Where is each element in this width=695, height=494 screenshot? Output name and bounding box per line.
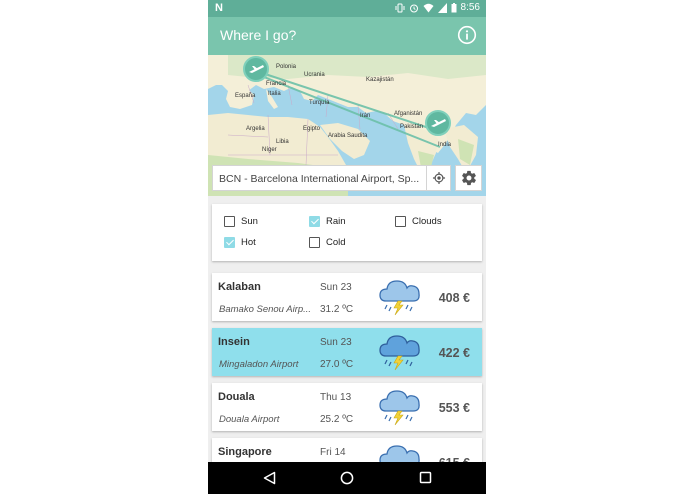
origin-airport-input[interactable]: BCN - Barcelona International Airport, S… bbox=[212, 165, 429, 191]
map-label: Libia bbox=[276, 139, 289, 145]
filter-rain[interactable]: Rain bbox=[309, 216, 346, 227]
map-label: Níger bbox=[262, 147, 277, 153]
map-label: Afganistán bbox=[394, 111, 423, 117]
destination-city: Kalaban bbox=[218, 281, 261, 293]
filter-label: Clouds bbox=[412, 216, 442, 227]
filter-label: Rain bbox=[326, 216, 346, 227]
map-label: Ucrania bbox=[304, 72, 325, 78]
recent-apps-icon[interactable] bbox=[419, 471, 432, 484]
my-location-icon bbox=[432, 171, 445, 185]
wifi-icon bbox=[423, 3, 434, 12]
locate-button[interactable] bbox=[426, 165, 451, 191]
info-icon[interactable] bbox=[457, 25, 477, 45]
destination-row[interactable]: Douala Douala Airport Thu 13 25.2 ºC 553… bbox=[212, 383, 482, 431]
map-label: Polonia bbox=[276, 64, 297, 70]
destination-city: Douala bbox=[218, 391, 255, 403]
vibrate-icon bbox=[395, 3, 405, 12]
storm-cloud-icon bbox=[379, 390, 420, 426]
destination-row[interactable]: Kalaban Bamako Senou Airp... Sun 23 31.2… bbox=[212, 273, 482, 321]
hot-checkbox[interactable] bbox=[224, 237, 235, 248]
forecast-date: Sun 23 bbox=[320, 337, 352, 348]
filter-sun[interactable]: Sun bbox=[224, 216, 258, 227]
forecast-temperature: 31.2 ºC bbox=[320, 304, 354, 315]
filter-clouds[interactable]: Clouds bbox=[395, 216, 442, 227]
origin-plane-marker-icon[interactable] bbox=[242, 55, 270, 83]
gear-icon bbox=[461, 170, 476, 186]
filter-label: Cold bbox=[326, 237, 346, 248]
destination-airport: Mingaladon Airport bbox=[219, 359, 299, 370]
map-label: Turquía bbox=[309, 100, 330, 106]
battery-icon bbox=[451, 2, 457, 12]
forecast-temperature: 25.2 ºC bbox=[320, 414, 354, 425]
weather-filters-card: Sun Rain Clouds Hot Cold bbox=[212, 204, 482, 261]
filter-label: Hot bbox=[241, 237, 256, 248]
map-label: España bbox=[235, 93, 256, 99]
app-title: Where I go? bbox=[220, 27, 297, 43]
destination-city: Singapore bbox=[218, 446, 272, 458]
settings-button[interactable] bbox=[455, 165, 482, 191]
back-icon[interactable] bbox=[263, 471, 276, 485]
destination-city: Insein bbox=[218, 336, 250, 348]
flight-price: 422 € bbox=[438, 346, 470, 360]
phone-screen: N 8:56 Where I go? Polonia Ucrania Kazaj… bbox=[208, 0, 486, 494]
notification-logo: N bbox=[215, 2, 223, 14]
sun-checkbox[interactable] bbox=[224, 216, 235, 227]
cold-checkbox[interactable] bbox=[309, 237, 320, 248]
destination-airport: Douala Airport bbox=[219, 414, 280, 425]
destination-airport: Bamako Senou Airp... bbox=[219, 304, 312, 315]
clock: 8:56 bbox=[460, 2, 480, 13]
map-label: Argelia bbox=[246, 126, 265, 132]
clouds-checkbox[interactable] bbox=[395, 216, 406, 227]
forecast-date: Thu 13 bbox=[320, 392, 352, 403]
rain-checkbox[interactable] bbox=[309, 216, 320, 227]
map-label: Irán bbox=[360, 113, 371, 119]
alarm-icon bbox=[409, 4, 418, 12]
flight-price: 553 € bbox=[438, 401, 470, 415]
storm-cloud-icon bbox=[379, 280, 420, 316]
forecast-date: Fri 14 bbox=[320, 447, 346, 458]
forecast-temperature: 27.0 ºC bbox=[320, 359, 354, 370]
status-bar: N 8:56 bbox=[208, 0, 486, 17]
map-label: Kazajistán bbox=[366, 77, 394, 83]
map-label: Arabia Saudita bbox=[328, 133, 368, 139]
destination-row[interactable]: Insein Mingaladon Airport Sun 23 27.0 ºC… bbox=[212, 328, 482, 376]
map-label: Egipto bbox=[303, 126, 321, 132]
filter-label: Sun bbox=[241, 216, 258, 227]
filter-hot[interactable]: Hot bbox=[224, 237, 256, 248]
flight-price: 408 € bbox=[438, 291, 470, 305]
map-label: Pakistán bbox=[400, 124, 424, 130]
storm-cloud-icon bbox=[379, 335, 420, 371]
filter-cold[interactable]: Cold bbox=[309, 237, 346, 248]
map-label: India bbox=[438, 142, 452, 148]
forecast-date: Sun 23 bbox=[320, 282, 352, 293]
home-icon[interactable] bbox=[340, 471, 354, 485]
map-label: Italia bbox=[268, 91, 281, 97]
navigation-bar bbox=[208, 462, 486, 494]
app-bar: Where I go? bbox=[208, 17, 486, 55]
destination-plane-marker-icon[interactable] bbox=[424, 109, 452, 137]
signal-icon bbox=[437, 2, 447, 13]
